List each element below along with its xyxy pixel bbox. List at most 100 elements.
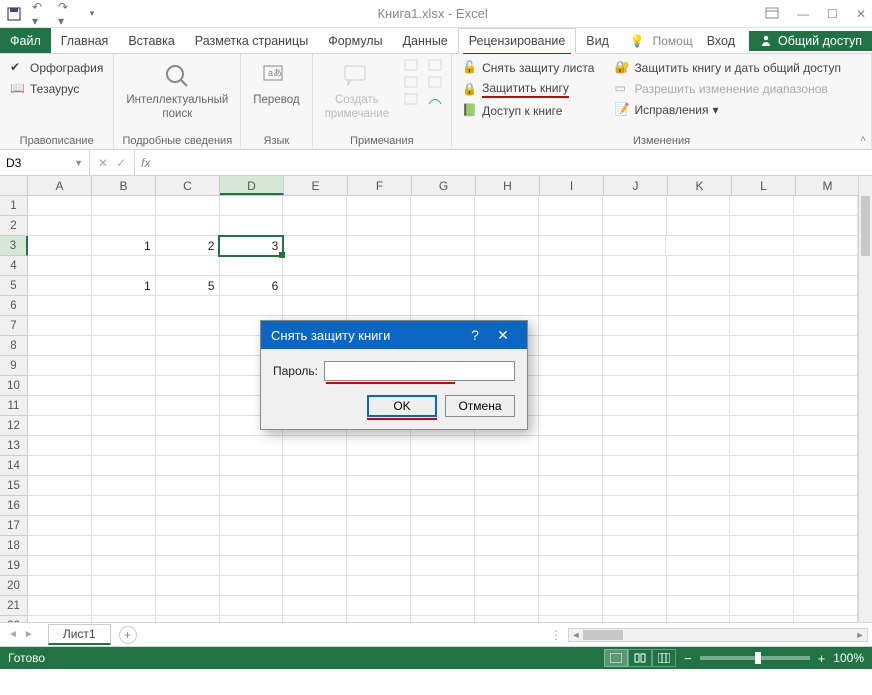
cell[interactable] — [603, 376, 667, 396]
column-header[interactable]: M — [796, 176, 860, 195]
unprotect-sheet-button[interactable]: 🔓Снять защиту листа — [460, 58, 596, 78]
dialog-help-icon[interactable]: ? — [461, 327, 489, 343]
cell[interactable] — [539, 396, 603, 416]
tab-review[interactable]: Рецензирование — [458, 28, 577, 54]
cell[interactable] — [156, 616, 220, 623]
row-header[interactable]: 8 — [0, 336, 28, 356]
qat-customize-icon[interactable]: ▾ — [84, 6, 100, 22]
cell[interactable] — [156, 256, 220, 276]
cell[interactable] — [667, 596, 731, 616]
cell[interactable] — [794, 456, 858, 476]
cell[interactable] — [347, 536, 411, 556]
cell[interactable] — [28, 616, 92, 623]
cell[interactable] — [92, 476, 156, 496]
cell[interactable] — [411, 256, 475, 276]
cell[interactable] — [347, 516, 411, 536]
cell[interactable] — [475, 296, 539, 316]
cell[interactable] — [156, 496, 220, 516]
cell[interactable] — [283, 476, 347, 496]
next-comment-icon[interactable] — [403, 92, 419, 108]
row-header[interactable]: 7 — [0, 316, 28, 336]
column-header[interactable]: I — [540, 176, 604, 195]
undo-icon[interactable]: ↶ ▾ — [32, 6, 48, 22]
tab-formulas[interactable]: Формулы — [318, 28, 392, 53]
cell[interactable] — [28, 556, 92, 576]
show-comment-icon[interactable] — [427, 58, 443, 74]
cell[interactable] — [220, 216, 284, 236]
cell[interactable] — [220, 496, 284, 516]
cell[interactable] — [283, 256, 347, 276]
cell[interactable] — [794, 296, 858, 316]
cell[interactable] — [92, 616, 156, 623]
row-header[interactable]: 17 — [0, 516, 28, 536]
cell[interactable] — [28, 456, 92, 476]
row-header[interactable]: 13 — [0, 436, 28, 456]
cell[interactable] — [220, 256, 284, 276]
cell[interactable] — [156, 416, 220, 436]
cell[interactable] — [603, 456, 667, 476]
cell[interactable] — [730, 516, 794, 536]
cell[interactable] — [539, 616, 603, 623]
cell[interactable] — [156, 396, 220, 416]
cell[interactable] — [283, 296, 347, 316]
cell[interactable] — [603, 396, 667, 416]
formula-input[interactable] — [156, 150, 872, 175]
tell-me-text[interactable]: Помощ — [653, 34, 693, 48]
cell[interactable] — [730, 456, 794, 476]
select-all-corner[interactable] — [0, 176, 28, 196]
row-header[interactable]: 22 — [0, 616, 28, 623]
cell[interactable] — [411, 536, 475, 556]
cell[interactable] — [603, 316, 667, 336]
cell[interactable] — [794, 476, 858, 496]
cell[interactable] — [283, 456, 347, 476]
sheet-tab[interactable]: Лист1 — [48, 624, 111, 645]
cell[interactable] — [28, 236, 92, 256]
view-page-break-icon[interactable] — [652, 649, 676, 667]
cell[interactable] — [220, 456, 284, 476]
cell[interactable] — [28, 196, 92, 216]
cell[interactable] — [156, 556, 220, 576]
row-header[interactable]: 21 — [0, 596, 28, 616]
prev-comment-icon[interactable] — [403, 75, 419, 91]
cell[interactable] — [667, 396, 731, 416]
cell[interactable] — [475, 596, 539, 616]
cell[interactable]: 6 — [220, 276, 284, 296]
cell[interactable] — [475, 276, 539, 296]
column-header[interactable]: L — [732, 176, 796, 195]
cell[interactable] — [411, 456, 475, 476]
cell[interactable] — [667, 336, 731, 356]
row-header[interactable]: 18 — [0, 536, 28, 556]
tab-file[interactable]: Файл — [0, 28, 51, 53]
fx-icon[interactable]: fx — [135, 150, 156, 175]
cell[interactable] — [28, 376, 92, 396]
cell[interactable] — [28, 296, 92, 316]
protect-and-share-button[interactable]: 🔐Защитить книгу и дать общий доступ — [612, 58, 843, 78]
cell[interactable] — [730, 416, 794, 436]
cell[interactable] — [28, 396, 92, 416]
cell[interactable] — [28, 436, 92, 456]
cell[interactable] — [539, 576, 603, 596]
cell[interactable] — [730, 236, 794, 256]
cell[interactable] — [475, 436, 539, 456]
smart-lookup-button[interactable]: Интеллектуальный поиск — [122, 58, 232, 124]
show-all-comments-icon[interactable] — [427, 75, 443, 91]
cell[interactable] — [28, 356, 92, 376]
column-header[interactable]: G — [412, 176, 476, 195]
cell[interactable] — [603, 576, 667, 596]
cell[interactable]: 5 — [156, 276, 220, 296]
cell[interactable] — [794, 496, 858, 516]
cell[interactable] — [730, 316, 794, 336]
cancel-formula-icon[interactable]: ✕ — [98, 156, 108, 170]
cell[interactable] — [156, 196, 220, 216]
cell[interactable] — [794, 616, 858, 623]
cell[interactable] — [92, 376, 156, 396]
thesaurus-button[interactable]: 📖Тезаурус — [8, 79, 105, 99]
cell[interactable] — [794, 536, 858, 556]
cell[interactable] — [92, 536, 156, 556]
cell[interactable] — [539, 356, 603, 376]
cell[interactable] — [28, 276, 92, 296]
cell[interactable] — [92, 576, 156, 596]
enter-formula-icon[interactable]: ✓ — [116, 156, 126, 170]
cell[interactable] — [667, 436, 731, 456]
cell[interactable] — [667, 356, 731, 376]
